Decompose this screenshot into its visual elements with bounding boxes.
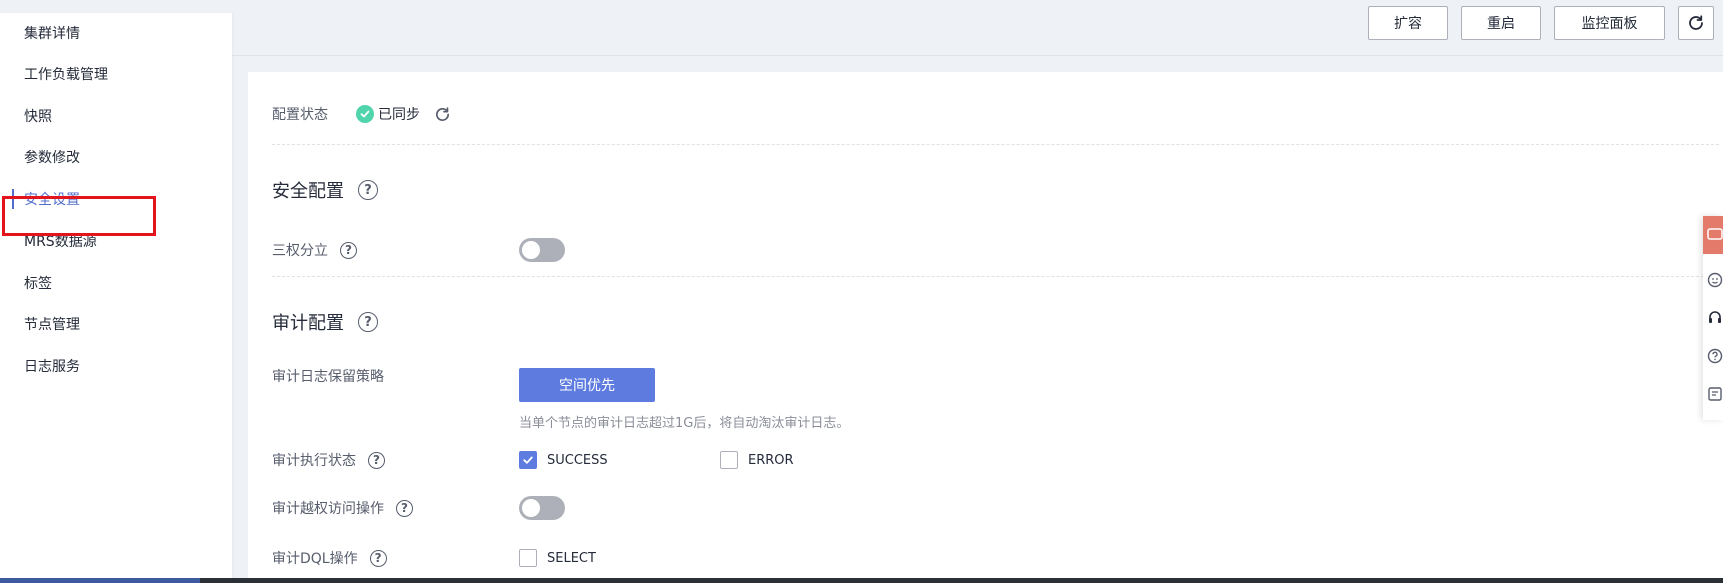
sidebar-item-log-service[interactable]: 日志服务 — [0, 346, 232, 386]
taskbar-accent — [0, 578, 200, 583]
exec-error-option[interactable]: ERROR — [720, 448, 794, 472]
restart-button[interactable]: 重启 — [1461, 6, 1541, 40]
dql-label: 审计DQL操作 — [272, 551, 358, 567]
dql-row: 审计DQL操作 ? — [272, 546, 387, 570]
sidebar-item-label: 工作负载管理 — [24, 67, 108, 83]
audit-section-title: 审计配置 — [272, 313, 344, 334]
active-item-highlight — [2, 196, 156, 236]
audit-section-header: 审计配置 ? — [272, 308, 378, 336]
sidebar-item-parameters[interactable]: 参数修改 — [0, 137, 232, 177]
note-icon[interactable] — [1707, 386, 1723, 402]
success-checkbox-label: SUCCESS — [547, 452, 608, 468]
sidebar-item-node-management[interactable]: 节点管理 — [0, 304, 232, 344]
sync-check-icon — [356, 105, 374, 123]
retention-hint: 当单个节点的审计日志超过1G后，将自动淘汰审计日志。 — [519, 416, 850, 431]
sidebar-item-label: 参数修改 — [24, 150, 80, 166]
sidebar-item-snapshot[interactable]: 快照 — [0, 96, 232, 136]
separation-toggle[interactable] — [519, 238, 565, 262]
refresh-icon — [1689, 15, 1703, 30]
expand-button[interactable]: 扩容 — [1368, 6, 1448, 40]
select-checkbox[interactable] — [519, 549, 537, 567]
sidebar-item-label: 日志服务 — [24, 359, 80, 375]
chat-tab[interactable] — [1703, 216, 1723, 254]
status-refresh-icon[interactable] — [434, 106, 451, 123]
sync-status-text: 已同步 — [378, 107, 420, 123]
help-icon[interactable]: ? — [358, 312, 378, 332]
smile-icon[interactable] — [1707, 272, 1723, 288]
config-status-label: 配置状态 — [272, 107, 328, 123]
privilege-row: 审计越权访问操作 ? — [272, 496, 413, 520]
privilege-label: 审计越权访问操作 — [272, 501, 384, 517]
config-status-row: 配置状态 已同步 — [272, 102, 451, 126]
sidebar-item-label: 标签 — [24, 276, 52, 292]
sidebar: 集群详情 工作负载管理 快照 参数修改 安全设置 MRS数据源 标签 节点管理 … — [0, 13, 232, 578]
taskbar — [0, 578, 1723, 583]
privilege-toggle[interactable] — [519, 496, 565, 520]
chat-icon — [1707, 228, 1723, 240]
floating-help-panel — [1703, 216, 1723, 420]
retention-label: 审计日志保留策略 — [272, 369, 384, 385]
select-checkbox-label: SELECT — [547, 550, 596, 566]
retention-row: 审计日志保留策略 — [272, 364, 384, 388]
error-checkbox-label: ERROR — [748, 452, 794, 468]
help-icon[interactable]: ? — [358, 180, 378, 200]
checkmark-icon — [523, 456, 533, 464]
exec-success-option[interactable]: SUCCESS — [519, 448, 608, 472]
sidebar-item-tags[interactable]: 标签 — [0, 263, 232, 303]
help-icon[interactable]: ? — [368, 451, 385, 469]
question-icon[interactable] — [1707, 348, 1723, 364]
separation-label: 三权分立 — [272, 243, 328, 259]
dql-select-option[interactable]: SELECT — [519, 546, 596, 570]
toolbar-divider — [232, 55, 1723, 56]
sidebar-item-cluster-details[interactable]: 集群详情 — [0, 13, 232, 53]
refresh-button[interactable] — [1678, 6, 1714, 40]
help-icon[interactable]: ? — [369, 549, 387, 567]
sidebar-item-label: 节点管理 — [24, 317, 80, 333]
divider — [272, 144, 1719, 145]
divider — [272, 276, 1719, 277]
sidebar-item-label: 快照 — [24, 109, 52, 125]
security-section-title: 安全配置 — [272, 181, 344, 202]
success-checkbox[interactable] — [519, 451, 537, 469]
headset-icon[interactable] — [1707, 310, 1723, 326]
sidebar-item-workload-management[interactable]: 工作负载管理 — [0, 54, 232, 94]
sidebar-item-label: 集群详情 — [24, 26, 80, 42]
help-icon[interactable]: ? — [340, 241, 357, 259]
exec-status-label: 审计执行状态 — [272, 453, 356, 469]
security-section-header: 安全配置 ? — [272, 176, 378, 204]
monitor-panel-button[interactable]: 监控面板 — [1554, 6, 1665, 40]
space-priority-button[interactable]: 空间优先 — [519, 368, 655, 402]
exec-status-row: 审计执行状态 ? — [272, 448, 385, 472]
main-panel: 配置状态 已同步 安全配置 ? 三权分立 ? 审计配置 ? 审计日志保留策略 空… — [248, 72, 1723, 583]
error-checkbox[interactable] — [720, 451, 738, 469]
separation-row: 三权分立 ? — [272, 238, 357, 262]
help-icon[interactable]: ? — [396, 499, 413, 517]
